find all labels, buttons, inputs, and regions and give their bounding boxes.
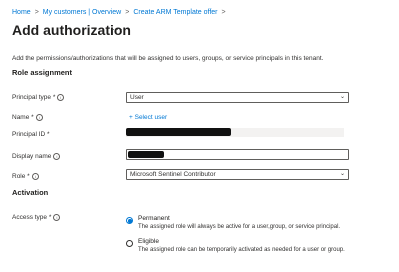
- chevron-down-icon: ⌄: [339, 171, 345, 177]
- access-type-label-text: Access type *: [12, 214, 52, 221]
- breadcrumb-my-customers[interactable]: My customers | Overview: [43, 9, 121, 16]
- select-user-label: Select user: [134, 114, 168, 121]
- role-dropdown[interactable]: Microsoft Sentinel Contributor ⌄: [126, 169, 349, 180]
- breadcrumb-separator-icon: >: [34, 9, 39, 16]
- redacted-principal-id: [126, 128, 231, 136]
- radio-permanent[interactable]: [126, 217, 133, 224]
- name-label: Name * i: [12, 114, 43, 121]
- eligible-option-title: Eligible: [138, 238, 159, 245]
- page-description: Add the permissions/authorizations that …: [12, 55, 324, 62]
- breadcrumb-separator-icon: >: [221, 9, 226, 16]
- plus-icon: +: [129, 114, 133, 121]
- section-role-assignment: Role assignment: [12, 68, 73, 77]
- role-label: Role * i: [12, 173, 39, 180]
- permanent-option-description: The assigned role will always be active …: [138, 224, 341, 230]
- breadcrumb: Home > My customers | Overview > Create …: [12, 9, 230, 16]
- display-name-label: Display name i: [12, 153, 61, 160]
- breadcrumb-separator-icon: >: [125, 9, 130, 16]
- principal-id-label-text: Principal ID *: [12, 131, 50, 138]
- principal-type-label-text: Principal type *: [12, 94, 56, 101]
- redacted-display-name: [128, 151, 164, 158]
- info-icon: i: [35, 114, 43, 121]
- info-icon: i: [31, 173, 39, 180]
- name-label-text: Name *: [12, 114, 34, 121]
- breadcrumb-create-arm-template[interactable]: Create ARM Template offer: [133, 9, 217, 16]
- role-value: Microsoft Sentinel Contributor: [130, 171, 216, 178]
- principal-type-label: Principal type * i: [12, 94, 65, 101]
- permanent-option-title: Permanent: [138, 215, 170, 222]
- breadcrumb-home[interactable]: Home: [12, 9, 31, 16]
- info-icon: i: [53, 153, 61, 160]
- access-type-label: Access type * i: [12, 214, 61, 221]
- principal-id-label: Principal ID *: [12, 131, 50, 138]
- display-name-label-text: Display name: [12, 153, 52, 160]
- ellipsis-icon[interactable]: ···: [112, 24, 124, 34]
- principal-type-dropdown[interactable]: User ⌄: [126, 92, 349, 103]
- section-activation: Activation: [12, 188, 49, 197]
- eligible-option-description: The assigned role can be temporarily act…: [138, 247, 345, 253]
- info-icon: i: [57, 94, 65, 101]
- principal-type-value: User: [130, 94, 144, 101]
- info-icon: i: [53, 214, 61, 221]
- role-label-text: Role *: [12, 173, 30, 180]
- chevron-down-icon: ⌄: [339, 94, 345, 100]
- select-user-link[interactable]: + Select user: [129, 114, 167, 121]
- radio-eligible[interactable]: [126, 240, 133, 247]
